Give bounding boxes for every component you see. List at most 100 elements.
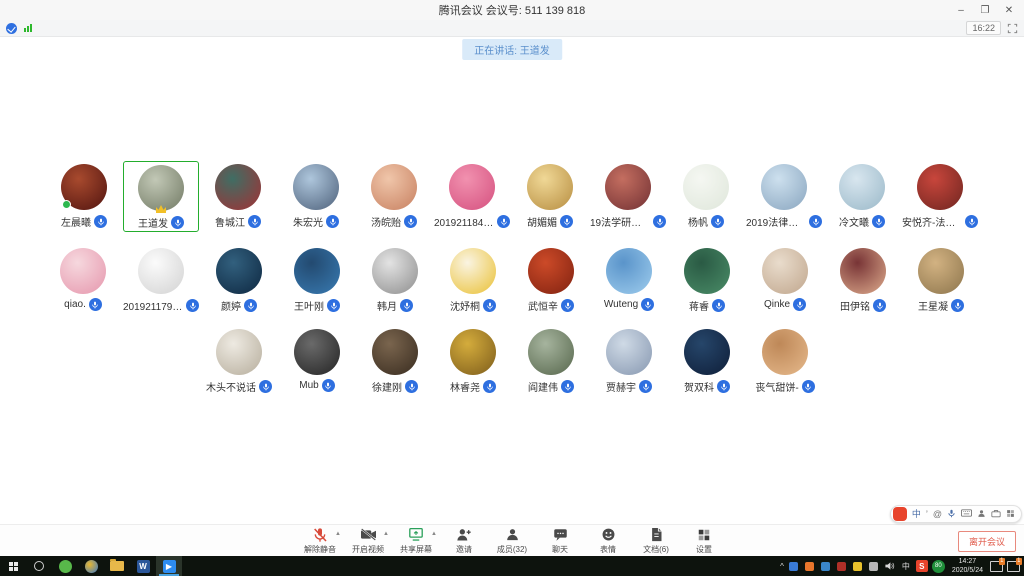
mic-status-icon[interactable] xyxy=(793,298,806,311)
sogou-toolbox-icon[interactable] xyxy=(991,509,1001,520)
participant-avatar[interactable] xyxy=(216,248,262,294)
mic-status-icon[interactable] xyxy=(639,380,652,393)
participant-tile[interactable]: 徐建刚 xyxy=(356,326,434,394)
participant-avatar[interactable] xyxy=(606,248,652,294)
mic-status-icon[interactable] xyxy=(951,299,964,312)
mic-status-icon[interactable] xyxy=(965,215,978,228)
tray-security-red-icon[interactable] xyxy=(836,560,848,572)
mic-status-icon[interactable] xyxy=(653,215,666,228)
sogou-mode-symbol[interactable]: @ xyxy=(933,510,942,519)
mic-status-icon[interactable] xyxy=(809,215,822,228)
participant-avatar[interactable] xyxy=(372,248,418,294)
participant-tile[interactable]: 2019法律硕士... xyxy=(745,161,823,232)
caret-up-icon[interactable]: ▲ xyxy=(335,531,341,537)
toolbar-emoji-button[interactable]: 表情 xyxy=(585,527,631,555)
caret-up-icon[interactable]: ▲ xyxy=(431,531,437,537)
participant-avatar[interactable] xyxy=(138,248,184,294)
taskbar-tencent-meeting-button[interactable]: ▶ xyxy=(156,556,182,576)
tray-expand-icon[interactable]: ^ xyxy=(780,562,784,571)
participant-avatar[interactable] xyxy=(762,248,808,294)
mic-status-icon[interactable] xyxy=(560,215,573,228)
sogou-grid-icon[interactable] xyxy=(1006,509,1015,520)
mic-status-icon[interactable] xyxy=(405,380,418,393)
participant-tile[interactable]: Qinke xyxy=(746,245,824,313)
participant-tile[interactable]: 沈妤桐 xyxy=(434,245,512,313)
tray-shield-yellow-icon[interactable] xyxy=(852,560,864,572)
participant-tile[interactable]: Wuteng xyxy=(590,245,668,313)
tray-im-chat-icon[interactable] xyxy=(788,560,800,572)
network-signal-icon[interactable] xyxy=(24,24,32,32)
taskbar-app-browser-button[interactable] xyxy=(78,556,104,576)
participant-tile[interactable]: 2019211795 薛... xyxy=(122,245,200,313)
participant-tile[interactable]: 颜婷 xyxy=(200,245,278,313)
participant-avatar[interactable] xyxy=(840,248,886,294)
participant-avatar[interactable] xyxy=(683,164,729,210)
tray-globe-icon[interactable] xyxy=(820,560,832,572)
participant-avatar[interactable] xyxy=(918,248,964,294)
tray-input-language[interactable]: 中 xyxy=(900,560,912,572)
participant-avatar[interactable] xyxy=(839,164,885,210)
participant-avatar[interactable] xyxy=(761,164,807,210)
participant-tile[interactable]: 王叶刚 xyxy=(278,245,356,313)
sogou-logo-icon[interactable] xyxy=(893,507,907,521)
taskbar-app-green-button[interactable] xyxy=(52,556,78,576)
meeting-info-icon[interactable] xyxy=(6,23,17,34)
maximize-button[interactable]: ❐ xyxy=(974,1,996,19)
mic-status-icon[interactable] xyxy=(171,216,184,229)
participant-avatar[interactable] xyxy=(294,329,340,375)
toolbar-cam-off-button[interactable]: ▲开启视频 xyxy=(345,527,391,555)
mic-status-icon[interactable] xyxy=(186,299,199,312)
participant-avatar[interactable] xyxy=(60,248,106,294)
mic-status-icon[interactable] xyxy=(711,215,724,228)
taskbar-search-button[interactable] xyxy=(26,556,52,576)
participant-avatar[interactable] xyxy=(293,164,339,210)
mic-status-icon[interactable] xyxy=(561,299,574,312)
participant-avatar[interactable] xyxy=(528,329,574,375)
participant-avatar[interactable] xyxy=(215,164,261,210)
participant-avatar[interactable] xyxy=(917,164,963,210)
participant-tile[interactable]: Mub xyxy=(278,326,356,394)
minimize-button[interactable]: – xyxy=(950,1,972,19)
mic-status-icon[interactable] xyxy=(873,299,886,312)
participant-tile[interactable]: 武恒辛 xyxy=(512,245,590,313)
participant-tile[interactable]: 2019211843 程... xyxy=(433,161,511,232)
participant-avatar[interactable] xyxy=(527,164,573,210)
mic-status-icon[interactable] xyxy=(561,380,574,393)
mic-status-icon[interactable] xyxy=(94,215,107,228)
participant-tile[interactable]: 鲁城江 xyxy=(199,161,277,232)
participant-avatar[interactable] xyxy=(450,329,496,375)
close-button[interactable]: ✕ xyxy=(998,1,1020,19)
participant-avatar[interactable] xyxy=(216,329,262,375)
participant-tile[interactable]: 左晨曦 xyxy=(45,161,123,232)
participant-tile[interactable]: 王星凝 xyxy=(902,245,980,313)
participant-tile[interactable]: 贺双科 xyxy=(668,326,746,394)
tray-volume-icon[interactable] xyxy=(884,560,896,572)
mic-status-icon[interactable] xyxy=(400,299,413,312)
toolbar-share-button[interactable]: ▲共享屏幕 xyxy=(393,527,439,555)
participant-avatar[interactable] xyxy=(684,248,730,294)
mic-status-icon[interactable] xyxy=(712,299,725,312)
participant-tile[interactable]: 韩月 xyxy=(356,245,434,313)
participant-tile[interactable]: 冷文曦 xyxy=(823,161,901,232)
fullscreen-icon[interactable] xyxy=(1007,23,1018,34)
participant-avatar[interactable] xyxy=(605,164,651,210)
participant-tile[interactable]: 19法学研李钰 xyxy=(589,161,667,232)
mic-status-icon[interactable] xyxy=(326,215,339,228)
mic-status-icon[interactable] xyxy=(404,215,417,228)
mic-status-icon[interactable] xyxy=(259,380,272,393)
participant-tile[interactable]: 朱宏光 xyxy=(277,161,355,232)
taskbar-start-button[interactable] xyxy=(0,556,26,576)
participant-tile[interactable]: 田伊铭 xyxy=(824,245,902,313)
participant-tile[interactable]: 丧气甜饼- xyxy=(746,326,824,394)
mic-status-icon[interactable] xyxy=(641,298,654,311)
participant-tile[interactable]: 贾赫宇 xyxy=(590,326,668,394)
mic-status-icon[interactable] xyxy=(483,299,496,312)
participant-avatar[interactable] xyxy=(684,329,730,375)
sogou-person-icon[interactable] xyxy=(977,509,986,520)
participant-avatar[interactable] xyxy=(762,329,808,375)
participant-tile[interactable]: 阎建伟 xyxy=(512,326,590,394)
sogou-keyboard-icon[interactable] xyxy=(961,509,972,519)
participant-avatar[interactable] xyxy=(449,164,495,210)
toolbar-doc-button[interactable]: 文档(6) xyxy=(633,527,679,555)
sogou-mode-chinese[interactable]: 中 xyxy=(912,510,921,519)
